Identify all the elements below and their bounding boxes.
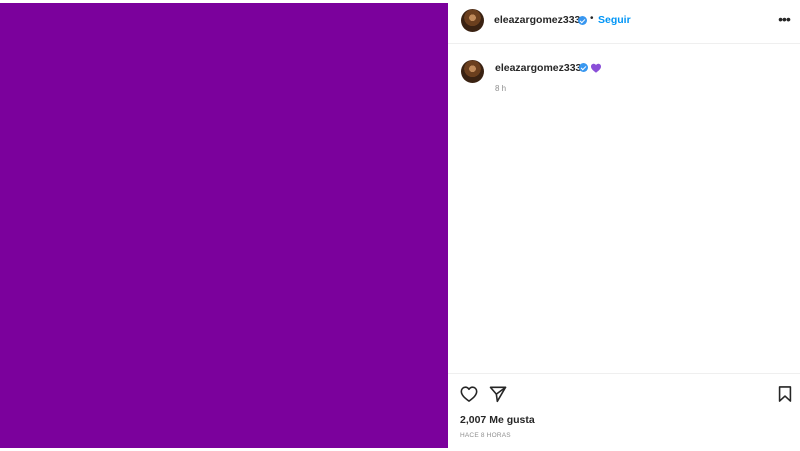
header-username[interactable]: eleazargomez333 xyxy=(494,14,580,26)
more-options-icon[interactable]: ••• xyxy=(776,11,792,27)
post-media-purple-image[interactable] xyxy=(0,3,448,448)
bookmark-icon[interactable] xyxy=(775,384,795,404)
purple-heart-icon xyxy=(591,63,601,73)
verified-badge-icon xyxy=(578,16,587,25)
post-details-panel: eleazargomez333 • Seguir ••• eleazargome… xyxy=(448,3,800,448)
post-timestamp[interactable]: HACE 8 HORAS xyxy=(460,432,511,439)
caption-username[interactable]: eleazargomez333 xyxy=(495,62,581,74)
header-separator: • xyxy=(590,13,594,24)
caption-timestamp[interactable]: 8 h xyxy=(495,84,506,93)
avatar[interactable] xyxy=(461,9,484,32)
heart-outline-icon[interactable] xyxy=(459,384,479,404)
paper-plane-icon[interactable] xyxy=(488,384,508,404)
follow-button[interactable]: Seguir xyxy=(598,14,631,26)
post-header: eleazargomez333 • Seguir ••• xyxy=(448,3,800,44)
verified-badge-icon xyxy=(579,63,588,72)
caption-avatar[interactable] xyxy=(461,60,484,83)
post-actions-footer: 2,007 Me gusta HACE 8 HORAS xyxy=(448,373,800,449)
instagram-post-frame: eleazargomez333 • Seguir ••• eleazargome… xyxy=(0,0,800,451)
likes-count[interactable]: 2,007 Me gusta xyxy=(460,414,535,426)
